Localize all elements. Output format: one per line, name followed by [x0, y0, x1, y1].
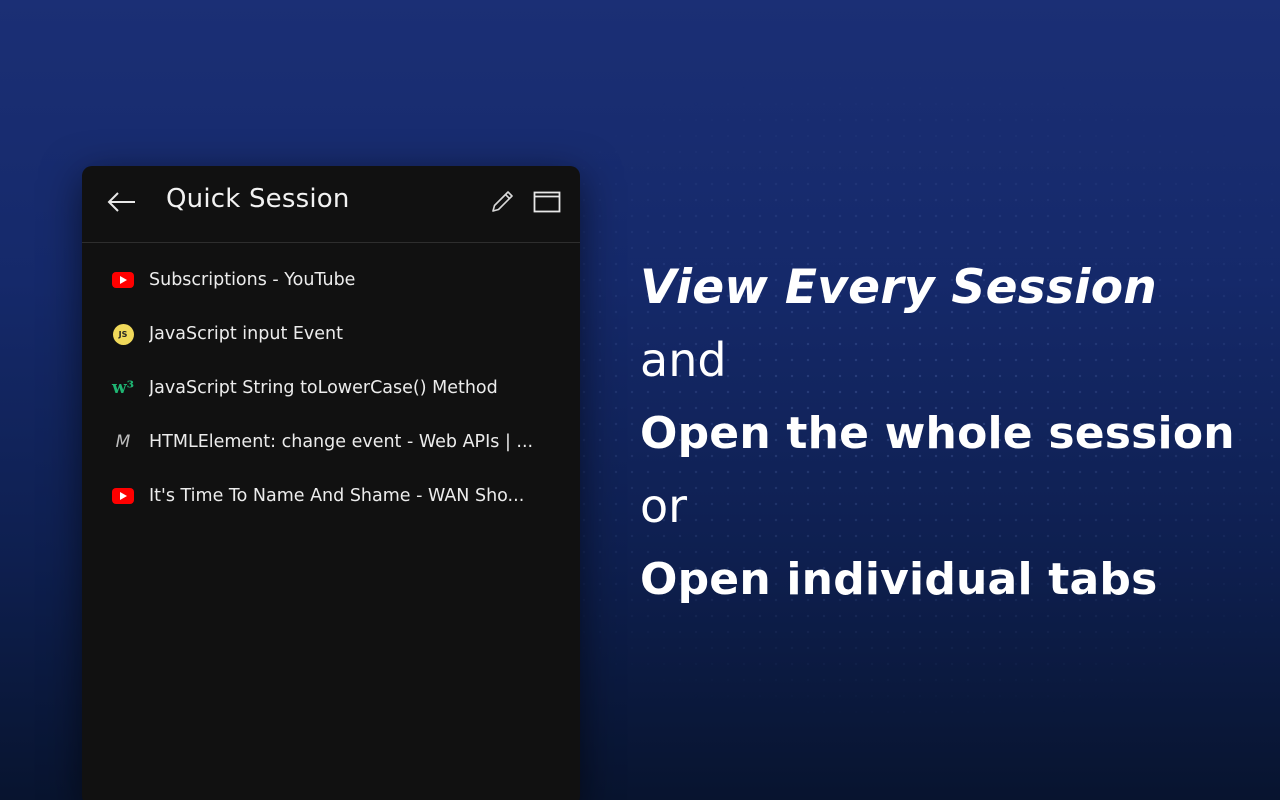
tab-item[interactable]: It's Time To Name And Shame - WAN Sho...: [82, 469, 580, 523]
tab-title: It's Time To Name And Shame - WAN Sho...: [149, 486, 525, 506]
promo-connector-and: and: [640, 333, 727, 387]
promo-open-individual-tabs: Open individual tabs: [640, 554, 1158, 605]
w3schools-icon: w³: [111, 377, 135, 398]
session-popup: Quick Session Subscriptions - YouTube JS…: [82, 166, 580, 800]
javascript-icon: JS: [112, 323, 134, 345]
window-icon: [533, 191, 561, 217]
tab-title: HTMLElement: change event - Web APIs | .…: [149, 432, 534, 452]
tab-item[interactable]: Subscriptions - YouTube: [82, 253, 580, 307]
youtube-icon: [112, 485, 134, 507]
tab-item[interactable]: M HTMLElement: change event - Web APIs |…: [82, 415, 580, 469]
tab-title: JavaScript input Event: [149, 324, 343, 344]
youtube-icon: [112, 269, 134, 291]
pencil-icon: [489, 189, 515, 219]
tab-list: Subscriptions - YouTube JS JavaScript in…: [82, 243, 580, 523]
open-session-window-button[interactable]: [530, 188, 564, 220]
session-title: Quick Session: [166, 184, 350, 214]
tab-item[interactable]: JS JavaScript input Event: [82, 307, 580, 361]
promo-heading: View Every Session: [640, 260, 1158, 315]
promo-text: View Every Session and Open the whole se…: [640, 252, 1260, 616]
edit-session-button[interactable]: [486, 188, 518, 220]
back-button[interactable]: [104, 188, 140, 220]
tab-title: Subscriptions - YouTube: [149, 270, 356, 290]
tab-title: JavaScript String toLowerCase() Method: [149, 378, 498, 398]
popup-header: Quick Session: [82, 166, 580, 243]
tab-item[interactable]: w³ JavaScript String toLowerCase() Metho…: [82, 361, 580, 415]
arrow-left-icon: [107, 192, 137, 216]
promo-connector-or: or: [640, 479, 688, 533]
promo-open-whole-session: Open the whole session: [640, 408, 1235, 459]
mdn-icon: M: [115, 431, 131, 452]
